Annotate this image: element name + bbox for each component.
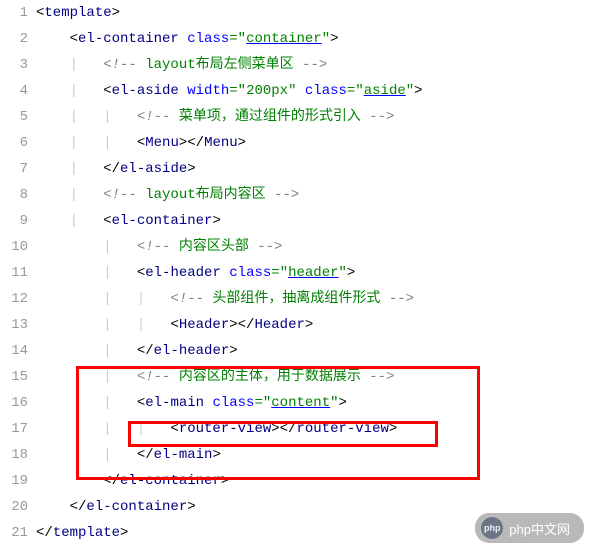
indent-guide: | | — [36, 291, 170, 307]
code-line: | </el-main> — [36, 442, 590, 468]
indent-guide: | — [36, 265, 137, 281]
comment-end: --> — [302, 57, 327, 73]
tag-el-container-inner-close: el-container — [120, 473, 221, 489]
comment-text: layout布局左侧菜单区 — [137, 57, 302, 73]
line-number: 20 — [0, 494, 28, 520]
tag-el-container: el-container — [78, 31, 179, 47]
tag-el-aside: el-aside — [112, 83, 179, 99]
line-number: 1 — [0, 0, 28, 26]
indent-guide — [36, 31, 70, 47]
line-number: 4 — [0, 78, 28, 104]
code-line: <el-container class="container"> — [36, 26, 590, 52]
php-logo-icon: php — [481, 517, 503, 539]
tag-el-aside-close: el-aside — [120, 161, 187, 177]
code-line: | <el-header class="header"> — [36, 260, 590, 286]
line-number: 17 — [0, 416, 28, 442]
line-number: 2 — [0, 26, 28, 52]
attr-class: class — [187, 31, 229, 47]
indent-guide: | — [36, 187, 103, 203]
line-number: 10 — [0, 234, 28, 260]
tag-template-close: template — [53, 525, 120, 541]
line-number: 12 — [0, 286, 28, 312]
code-line: | | <Menu></Menu> — [36, 130, 590, 156]
comment-text: layout布局内容区 — [137, 187, 274, 203]
indent-guide — [36, 473, 103, 489]
line-number: 18 — [0, 442, 28, 468]
class-aside: aside — [364, 83, 406, 99]
indent-guide: | — [36, 447, 137, 463]
indent-guide: | | — [36, 135, 137, 151]
comment-text: 头部组件，抽离成组件形式 — [204, 291, 389, 307]
indent-guide: | | — [36, 109, 137, 125]
line-gutter: 1 2 3 4 5 6 7 8 9 10 11 12 13 14 15 16 1… — [0, 0, 36, 546]
line-number: 15 — [0, 364, 28, 390]
indent-guide: | — [36, 369, 137, 385]
comment-text: 内容区头部 — [170, 239, 257, 255]
line-number: 6 — [0, 130, 28, 156]
line-number: 11 — [0, 260, 28, 286]
code-line: </el-container> — [36, 468, 590, 494]
class-header: header — [288, 265, 338, 281]
class-content: content — [271, 395, 330, 411]
comment-text: 内容区的主体，用于数据展示 — [170, 369, 369, 385]
indent-guide: | — [36, 83, 103, 99]
watermark-text: php中文网 — [509, 519, 570, 538]
comment-start: <!-- — [103, 57, 137, 73]
code-line: | </el-aside> — [36, 156, 590, 182]
line-number: 19 — [0, 468, 28, 494]
tag-el-main: el-main — [145, 395, 204, 411]
indent-guide: | | — [36, 317, 170, 333]
indent-guide: | — [36, 239, 137, 255]
indent-guide — [36, 499, 70, 515]
indent-guide: | — [36, 343, 137, 359]
code-line: | | <!-- 头部组件，抽离成组件形式 --> — [36, 286, 590, 312]
tag-menu: Menu — [145, 135, 179, 151]
tag-el-container-inner: el-container — [112, 213, 213, 229]
code-line: | <!-- layout布局左侧菜单区 --> — [36, 52, 590, 78]
code-editor: 1 2 3 4 5 6 7 8 9 10 11 12 13 14 15 16 1… — [0, 0, 590, 546]
indent-guide: | — [36, 395, 137, 411]
code-line: | <el-main class="content"> — [36, 390, 590, 416]
indent-guide: | | — [36, 421, 170, 437]
code-line: | <!-- layout布局内容区 --> — [36, 182, 590, 208]
line-number: 21 — [0, 520, 28, 546]
code-line: | | <Header></Header> — [36, 312, 590, 338]
code-content: <template> <el-container class="containe… — [36, 0, 590, 546]
class-container: container — [246, 31, 322, 47]
tag-el-header: el-header — [145, 265, 221, 281]
line-number: 16 — [0, 390, 28, 416]
code-line: | </el-header> — [36, 338, 590, 364]
width-value: 200px — [246, 83, 288, 99]
tag-el-main-close: el-main — [154, 447, 213, 463]
line-number: 3 — [0, 52, 28, 78]
watermark: php php中文网 — [475, 513, 584, 543]
tag-el-header-close: el-header — [154, 343, 230, 359]
line-number: 5 — [0, 104, 28, 130]
code-line: | <el-aside width="200px" class="aside"> — [36, 78, 590, 104]
comment-text: 菜单项，通过组件的形式引入 — [170, 109, 369, 125]
tag-header: Header — [179, 317, 229, 333]
tag-router-view: router-view — [179, 421, 271, 437]
code-line: | <!-- 内容区头部 --> — [36, 234, 590, 260]
tag-el-container-close: el-container — [86, 499, 187, 515]
code-line: | <!-- 内容区的主体，用于数据展示 --> — [36, 364, 590, 390]
code-line: | | <router-view></router-view> — [36, 416, 590, 442]
angle-close: > — [112, 5, 120, 21]
line-number: 14 — [0, 338, 28, 364]
code-line: | | <!-- 菜单项，通过组件的形式引入 --> — [36, 104, 590, 130]
line-number: 9 — [0, 208, 28, 234]
tag-template: template — [44, 5, 111, 21]
line-number: 13 — [0, 312, 28, 338]
code-line: | <el-container> — [36, 208, 590, 234]
line-number: 8 — [0, 182, 28, 208]
indent-guide: | — [36, 213, 103, 229]
indent-guide: | — [36, 57, 103, 73]
line-number: 7 — [0, 156, 28, 182]
indent-guide: | — [36, 161, 103, 177]
attr-width: width — [187, 83, 229, 99]
code-line: <template> — [36, 0, 590, 26]
